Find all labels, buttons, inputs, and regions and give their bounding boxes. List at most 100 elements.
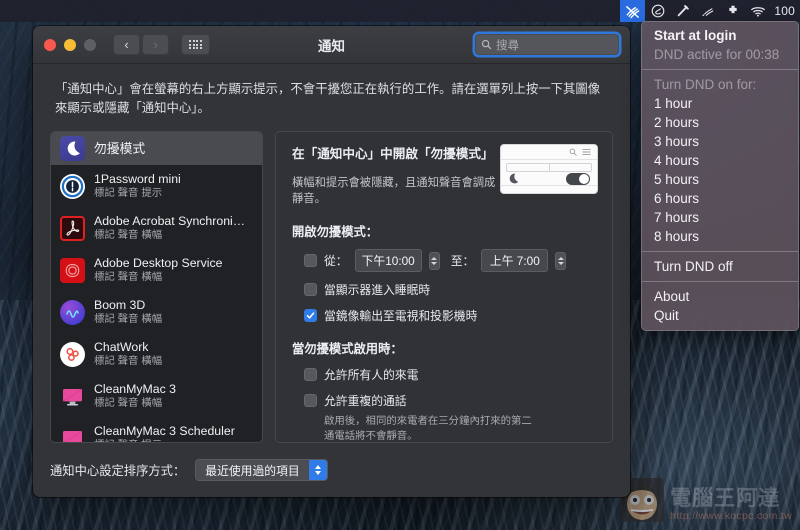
list-item-label: CleanMyMac 3 Scheduler xyxy=(94,423,235,438)
list-icon xyxy=(582,149,591,155)
repeated-calls-help-text: 啟用後，相同的來電者在三分鐘內打來的第二通電話將不會靜音。 xyxy=(324,416,532,442)
battery-percentage[interactable]: 100 xyxy=(770,4,797,18)
illustration-dnd-row xyxy=(501,172,597,185)
list-item-sublabel: 標記 聲音 橫幅 xyxy=(94,355,163,367)
menu-item-duration-2[interactable]: 2 hours xyxy=(642,113,798,132)
cleanmymac-icon xyxy=(60,426,85,442)
menu-separator xyxy=(642,281,798,282)
moon-icon xyxy=(509,173,519,184)
detail-subtext: 橫幅和提示會被隱藏，且通知聲音會調成靜音。 xyxy=(292,177,496,205)
list-item-sublabel: 標記 聲音 橫幅 xyxy=(94,271,163,283)
adobe-cc-icon xyxy=(60,257,85,283)
list-item-label: 1Password mini xyxy=(94,171,181,186)
menu-item-dnd-status: DND active for 00:38 xyxy=(654,47,780,62)
dnd-icon[interactable] xyxy=(620,0,646,22)
show-all-button[interactable] xyxy=(181,34,210,55)
list-item-sublabel: 標記 聲音 橫幅 xyxy=(94,313,163,325)
health-plus-icon[interactable] xyxy=(720,0,745,22)
list-item-cleanmymac-3[interactable]: CleanMyMac 3 標記 聲音 橫幅 xyxy=(51,375,262,417)
mirroring-row: 當鏡像輸出至電視和投影機時 xyxy=(292,307,598,324)
allow-calls-row: 允許所有人的來電 xyxy=(292,366,598,383)
minimize-button[interactable] xyxy=(64,38,76,51)
magic-wand-icon[interactable] xyxy=(670,0,695,22)
list-item-label: 勿擾模式 xyxy=(94,141,146,156)
display-sleep-checkbox[interactable] xyxy=(304,283,317,296)
menu-item-duration-8[interactable]: 8 hours xyxy=(642,227,798,246)
list-item-texts: 勿擾模式 xyxy=(94,141,145,156)
illustration-toggle-switch xyxy=(566,172,590,185)
zoom-button[interactable] xyxy=(84,38,96,51)
wifi-icon[interactable] xyxy=(745,0,770,22)
sort-order-label: 通知中心設定排序方式： xyxy=(50,464,186,478)
schedule-checkbox[interactable] xyxy=(304,254,317,267)
from-time-stepper[interactable] xyxy=(428,251,440,270)
allow-calls-label: 允許所有人的來電 xyxy=(324,368,419,382)
search-input[interactable]: 搜尋 xyxy=(475,34,619,55)
notification-center-illustration xyxy=(500,144,598,194)
notifications-preferences-window: ‹ › 通知 搜尋 「通知中心」會在螢幕的右上方顯示提示，不會干擾您正在執行的工… xyxy=(33,26,630,497)
illustration-footer xyxy=(501,185,597,193)
schedule-row: 從： 下午10:00 至： 上午 7:00 xyxy=(292,249,598,272)
menu-separator xyxy=(642,69,798,70)
menu-item-duration-6[interactable]: 6 hours xyxy=(642,189,798,208)
list-item-sublabel: 標記 聲音 橫幅 xyxy=(94,397,163,409)
allow-calls-checkbox[interactable] xyxy=(304,368,317,381)
traffic-lights xyxy=(44,38,96,51)
menu-item-turn-dnd-off[interactable]: Turn DND off xyxy=(642,257,798,276)
menu-item-duration-7[interactable]: 7 hours xyxy=(642,208,798,227)
notification-app-list[interactable]: 勿擾模式 1Password mini 標記 聲音 提示 Adobe Acrob… xyxy=(50,131,263,443)
list-item-boom-3d[interactable]: Boom 3D 標記 聲音 橫幅 xyxy=(51,291,262,333)
illustration-toolbar xyxy=(501,145,597,160)
section-label-turn-on: 開啟勿擾模式： xyxy=(292,225,379,239)
back-button[interactable]: ‹ xyxy=(113,34,140,55)
preferences-body: 勿擾模式 1Password mini 標記 聲音 提示 Adobe Acrob… xyxy=(33,131,630,443)
allow-repeated-checkbox[interactable] xyxy=(304,394,317,407)
boom3d-icon xyxy=(60,299,85,325)
window-description: 「通知中心」會在螢幕的右上方顯示提示，不會干擾您正在執行的工作。請在選單列上按一… xyxy=(33,64,630,131)
list-item-label: Adobe Desktop Service xyxy=(94,255,223,270)
to-time-stepper[interactable] xyxy=(555,251,567,270)
menu-label-turn-dnd-on-for: Turn DND on for: xyxy=(654,77,757,92)
watermark-url: http://www.kocpc.com.tw xyxy=(670,510,792,522)
menu-item-duration-5[interactable]: 5 hours xyxy=(642,170,798,189)
list-item-cleanmymac-3-scheduler[interactable]: CleanMyMac 3 Scheduler 標記 聲音 提示 xyxy=(51,417,262,443)
menu-item-quit[interactable]: Quit xyxy=(642,306,798,325)
illustration-segmented-control xyxy=(506,163,592,172)
mirroring-checkbox[interactable] xyxy=(304,309,317,322)
menu-item-duration-3[interactable]: 3 hours xyxy=(642,132,798,151)
window-titlebar: ‹ › 通知 搜尋 xyxy=(33,26,630,64)
menu-item-duration-4[interactable]: 4 hours xyxy=(642,151,798,170)
menu-item-about[interactable]: About xyxy=(642,287,798,306)
list-item-texts: ChatWork 標記 聲音 橫幅 xyxy=(94,340,162,369)
menu-item-start-at-login[interactable]: Start at login xyxy=(642,26,798,45)
list-item-label: Boom 3D xyxy=(94,297,146,312)
cleanmymac-icon xyxy=(60,384,85,409)
list-item-chatwork[interactable]: ChatWork 標記 聲音 橫幅 xyxy=(51,333,262,375)
display-sleep-row: 當顯示器進入睡眠時 xyxy=(292,281,598,298)
list-item-adobe-desktop-service[interactable]: Adobe Desktop Service 標記 聲音 橫幅 xyxy=(51,249,262,291)
toolbar-nav-group: ‹ › xyxy=(113,34,210,55)
sort-order-dropdown[interactable]: 最近使用過的項目 xyxy=(195,459,328,481)
to-time-field[interactable]: 上午 7:00 xyxy=(481,249,549,272)
list-item-label: ChatWork xyxy=(94,339,149,354)
watermark-title: 電腦王阿達 xyxy=(670,487,781,510)
list-item-adobe-acrobat-synchronizer[interactable]: Adobe Acrobat Synchroni… 標記 聲音 橫幅 xyxy=(51,207,262,249)
search-icon xyxy=(481,39,492,50)
forward-button[interactable]: › xyxy=(142,34,169,55)
grid-icon xyxy=(189,39,202,50)
list-item-texts: Boom 3D 標記 聲音 橫幅 xyxy=(94,298,162,327)
menu-item-duration-1[interactable]: 1 hour xyxy=(642,94,798,113)
airplay-icon[interactable] xyxy=(695,0,720,22)
list-item-texts: CleanMyMac 3 Scheduler 標記 聲音 提示 xyxy=(94,423,235,443)
from-label: 從： xyxy=(324,254,348,268)
list-item-do-not-disturb[interactable]: 勿擾模式 xyxy=(51,132,262,165)
list-item-1password-mini[interactable]: 1Password mini 標記 聲音 提示 xyxy=(51,165,262,207)
list-item-label: Adobe Acrobat Synchroni… xyxy=(94,213,246,228)
onepassword-icon xyxy=(60,173,85,199)
close-button[interactable] xyxy=(44,38,56,51)
allow-repeated-row: 允許重複的通話 xyxy=(292,392,598,409)
allow-repeated-label: 允許重複的通話 xyxy=(324,394,407,408)
from-time-field[interactable]: 下午10:00 xyxy=(354,249,422,272)
dnd-dropdown-menu: Start at login DND active for 00:38 Turn… xyxy=(641,21,799,331)
shazam-icon[interactable] xyxy=(645,0,670,22)
